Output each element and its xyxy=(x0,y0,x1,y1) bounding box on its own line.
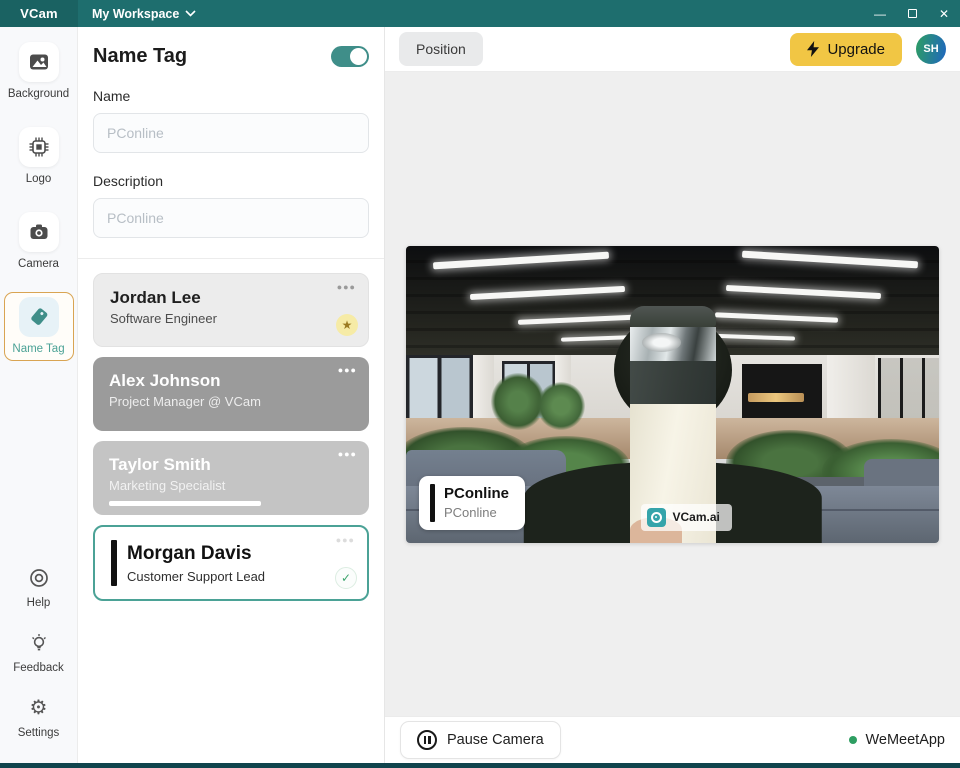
main-toolbar: Position Upgrade SH xyxy=(385,27,960,72)
name-tag-title: PConline xyxy=(444,485,509,503)
star-icon: ★ xyxy=(336,314,358,336)
card-role: Marketing Specialist xyxy=(109,478,353,493)
lightbulb-icon xyxy=(26,630,52,656)
name-tag-card-jordan-lee[interactable]: Jordan Lee Software Engineer ●●● ★ xyxy=(93,273,369,347)
lightning-icon xyxy=(807,41,819,57)
chip-icon xyxy=(19,127,59,167)
app-logo: VCam xyxy=(0,0,78,27)
rail-bottom-group: Help Feedback ⚙ Settings xyxy=(4,560,74,755)
ellipsis-icon[interactable]: ●●● xyxy=(336,535,355,545)
tag-icon xyxy=(19,297,59,337)
sidebar-item-help[interactable]: Help xyxy=(4,560,74,615)
pause-camera-label: Pause Camera xyxy=(447,732,544,748)
preview-stage: PConline PConline VCam.ai xyxy=(385,72,960,716)
image-icon xyxy=(19,42,59,82)
pause-icon xyxy=(417,730,437,750)
name-tag-card-taylor-smith[interactable]: Taylor Smith Marketing Specialist ●●● xyxy=(93,441,369,515)
sidebar-item-camera[interactable]: Camera xyxy=(4,207,74,276)
name-field-label: Name xyxy=(93,88,369,104)
toggle-knob xyxy=(350,48,367,65)
bottle-glass xyxy=(630,327,716,361)
maximize-icon xyxy=(908,9,917,18)
name-tag-toggle[interactable] xyxy=(331,46,369,67)
camera-icon xyxy=(19,212,59,252)
sidebar-item-logo[interactable]: Logo xyxy=(4,122,74,191)
upgrade-button[interactable]: Upgrade xyxy=(790,33,902,66)
sidebar-item-label: Background xyxy=(8,88,69,100)
sidebar-item-label: Name Tag xyxy=(12,343,64,355)
ellipsis-icon[interactable]: ●●● xyxy=(338,365,357,375)
sidebar-item-feedback[interactable]: Feedback xyxy=(4,625,74,680)
gear-icon: ⚙ xyxy=(26,695,52,721)
name-tag-overlay[interactable]: PConline PConline xyxy=(419,476,525,530)
camera-preview[interactable]: PConline PConline VCam.ai xyxy=(406,246,939,543)
panel-title: Name Tag xyxy=(93,45,187,68)
name-input[interactable] xyxy=(93,113,369,153)
name-tag-card-morgan-davis[interactable]: Morgan Davis Customer Support Lead ●●● ✓ xyxy=(93,525,369,601)
vcam-window: VCam My Workspace — ✕ Background Lo xyxy=(0,0,960,768)
maximize-button[interactable] xyxy=(896,0,928,27)
name-tag-template-list: Jordan Lee Software Engineer ●●● ★ Alex … xyxy=(93,273,369,601)
card-name: Taylor Smith xyxy=(109,454,353,475)
bottle-band xyxy=(630,361,716,404)
card-role: Customer Support Lead xyxy=(127,569,265,584)
name-tag-card-alex-johnson[interactable]: Alex Johnson Project Manager @ VCam ●●● xyxy=(93,357,369,431)
avatar[interactable]: SH xyxy=(916,34,946,64)
pause-camera-button[interactable]: Pause Camera xyxy=(400,721,561,759)
name-tag-panel: Name Tag Name Description Jordan Lee Sof… xyxy=(78,27,385,763)
close-button[interactable]: ✕ xyxy=(928,0,960,27)
connected-app-status: WeMeetApp xyxy=(849,732,945,748)
sidebar-item-background[interactable]: Background xyxy=(4,37,74,106)
upgrade-label: Upgrade xyxy=(827,41,885,58)
workspace-switcher[interactable]: My Workspace xyxy=(92,7,196,21)
description-input[interactable] xyxy=(93,198,369,238)
sidebar-item-label: Settings xyxy=(18,727,60,739)
sidebar-item-name-tag[interactable]: Name Tag xyxy=(4,292,74,361)
ellipsis-icon[interactable]: ●●● xyxy=(337,282,356,292)
title-bar: VCam My Workspace — ✕ xyxy=(0,0,960,27)
window-bottom-edge xyxy=(0,763,960,768)
name-tag-accent-bar xyxy=(430,484,435,522)
bottom-bar: Pause Camera WeMeetApp xyxy=(385,716,960,763)
close-icon: ✕ xyxy=(939,7,949,21)
card-role: Software Engineer xyxy=(110,311,352,326)
card-underline-bar xyxy=(109,501,261,506)
main-area: Position Upgrade SH xyxy=(385,27,960,763)
chevron-down-icon xyxy=(185,10,196,17)
minimize-button[interactable]: — xyxy=(864,0,896,27)
camera-watermark-icon xyxy=(647,508,666,527)
window-controls: — ✕ xyxy=(864,0,960,27)
name-tag-subtitle: PConline xyxy=(444,505,509,520)
card-name: Morgan Davis xyxy=(127,542,265,566)
card-role: Project Manager @ VCam xyxy=(109,394,353,409)
card-accent-bar xyxy=(111,540,117,586)
minimize-icon: — xyxy=(874,7,886,21)
panel-divider xyxy=(78,258,384,259)
card-name: Jordan Lee xyxy=(110,287,352,308)
scene-plant xyxy=(537,382,585,430)
scene-window xyxy=(406,355,473,423)
sidebar-item-label: Feedback xyxy=(13,662,64,674)
check-icon: ✓ xyxy=(335,567,357,589)
sidebar-rail: Background Logo Camera Name Tag xyxy=(0,27,78,763)
description-field-label: Description xyxy=(93,173,369,189)
bottle-cap xyxy=(630,306,716,327)
sidebar-item-label: Help xyxy=(27,597,51,609)
ellipsis-icon[interactable]: ●●● xyxy=(338,449,357,459)
sidebar-item-settings[interactable]: ⚙ Settings xyxy=(4,690,74,745)
sidebar-item-label: Camera xyxy=(18,258,59,270)
watermark-label: VCam.ai xyxy=(673,510,720,524)
help-icon xyxy=(26,565,52,591)
position-button[interactable]: Position xyxy=(399,32,483,66)
status-dot xyxy=(849,736,857,744)
sidebar-item-label: Logo xyxy=(26,173,52,185)
connected-app-label: WeMeetApp xyxy=(865,732,945,748)
card-name: Alex Johnson xyxy=(109,370,353,391)
vcam-watermark: VCam.ai xyxy=(641,504,732,531)
workspace-label: My Workspace xyxy=(92,7,179,21)
